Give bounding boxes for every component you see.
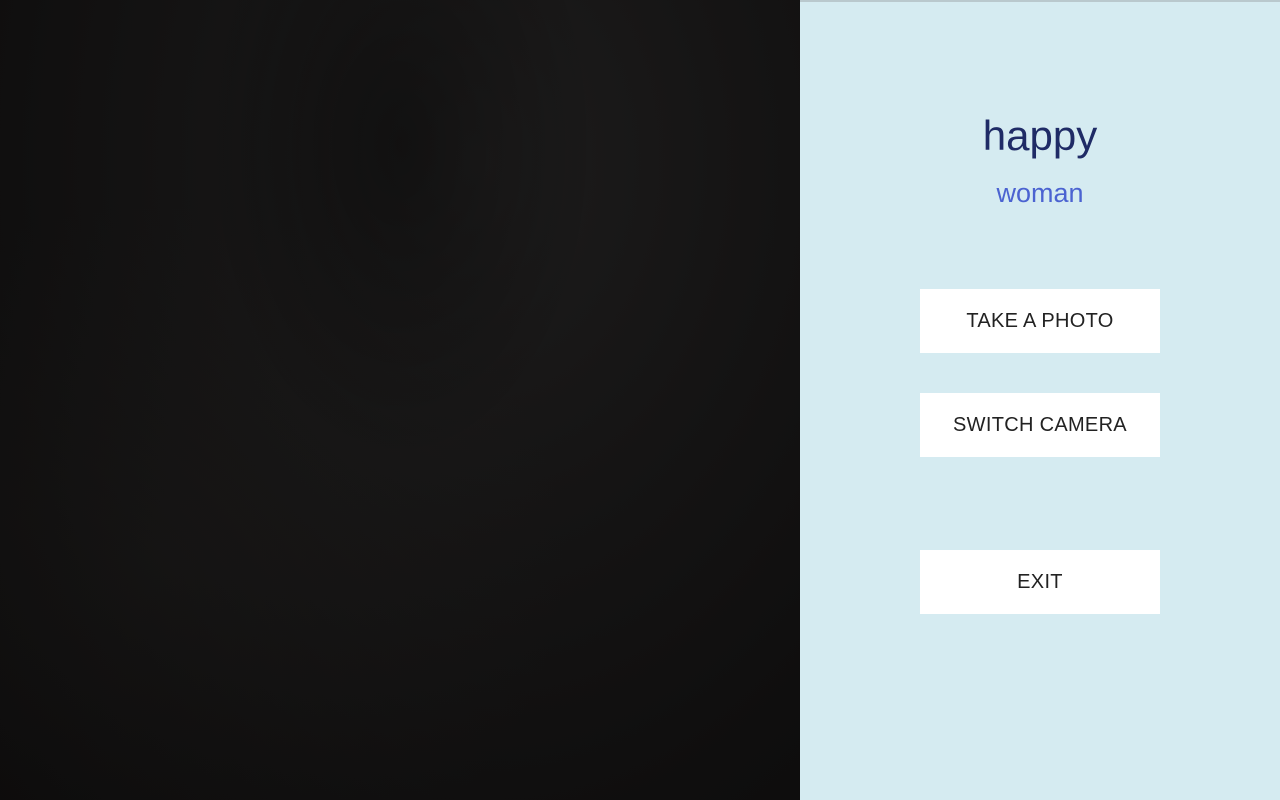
exit-button[interactable]: EXIT	[920, 550, 1160, 614]
gender-label: woman	[996, 178, 1084, 208]
take-photo-button[interactable]: TAKE A PHOTO	[920, 289, 1160, 353]
emotion-label: happy	[982, 112, 1098, 159]
camera-preview[interactable]	[0, 0, 800, 800]
switch-camera-button[interactable]: SWITCH CAMERA	[920, 393, 1160, 457]
side-panel: happy woman TAKE A PHOTO SWITCH CAMERA E…	[800, 0, 1280, 800]
app-window: happy woman TAKE A PHOTO SWITCH CAMERA E…	[0, 0, 1280, 800]
